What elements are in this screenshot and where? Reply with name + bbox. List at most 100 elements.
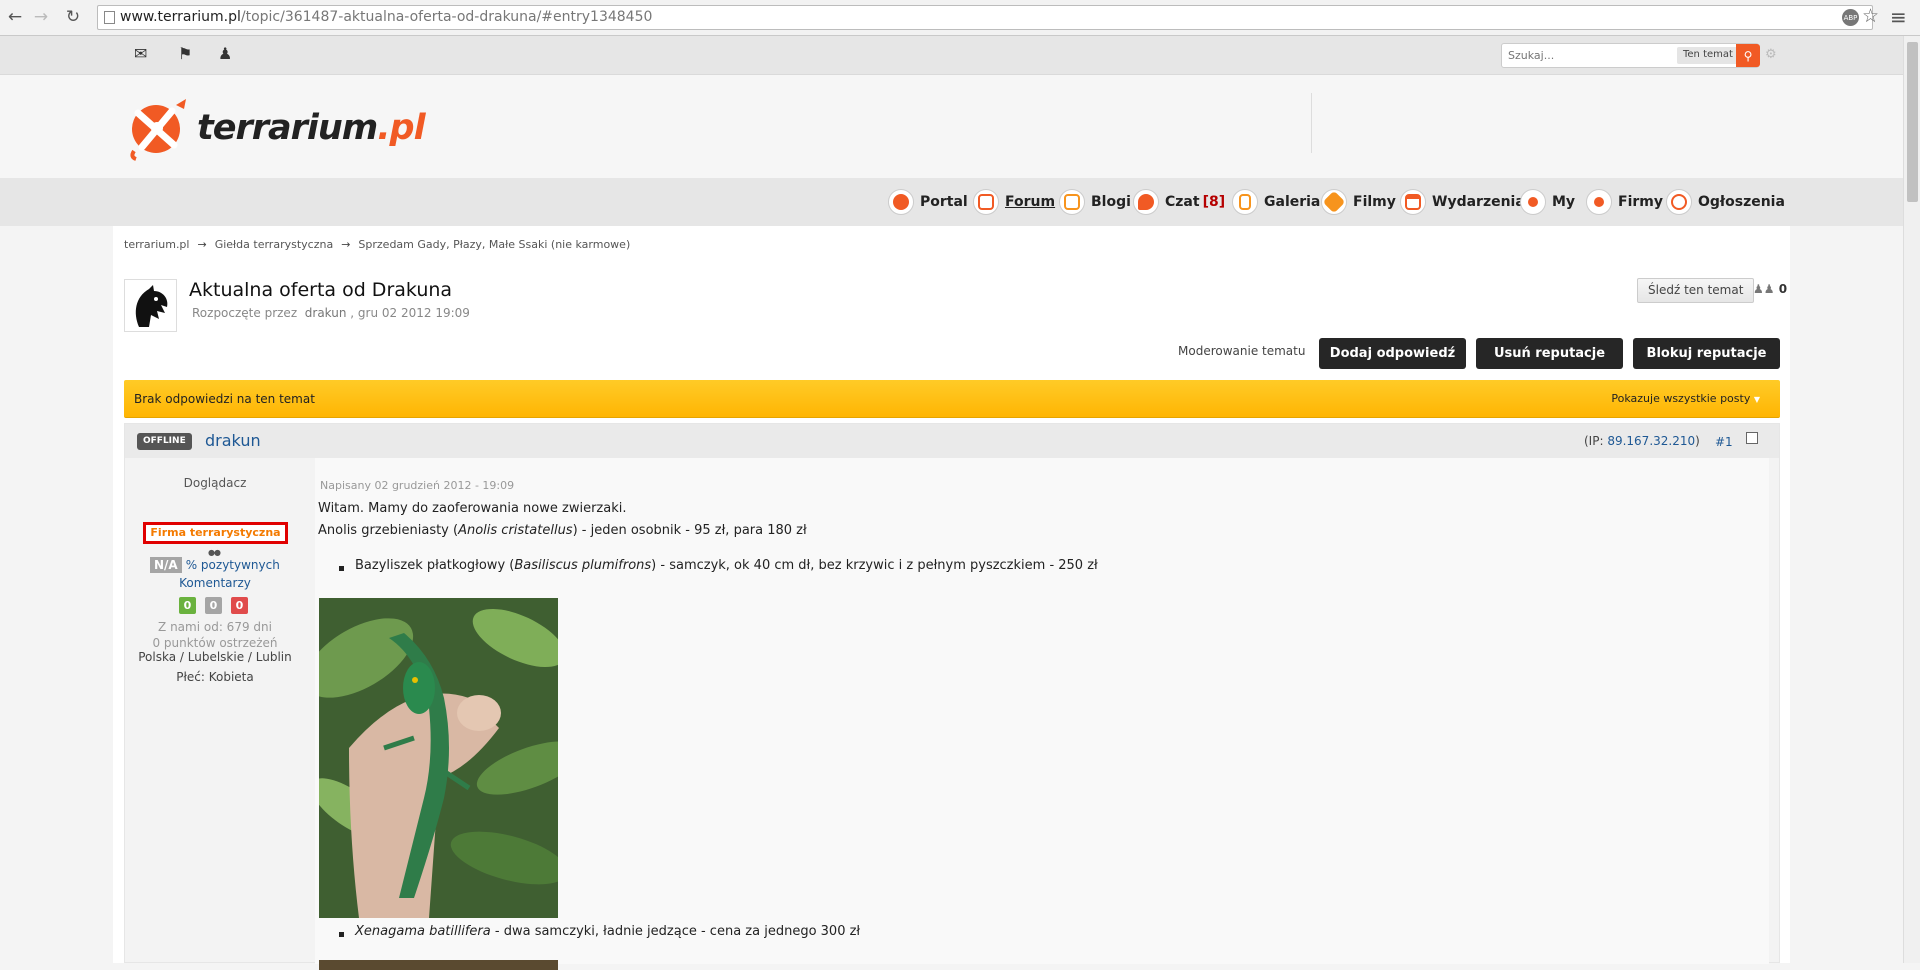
nav-my[interactable]: My [1520, 187, 1575, 217]
moderate-topic-link[interactable]: Moderowanie tematu [1178, 344, 1305, 358]
adblock-icon[interactable]: ABP [1842, 9, 1859, 26]
neutral-votes[interactable]: 0 [205, 597, 222, 614]
back-icon[interactable]: ← [4, 6, 26, 28]
list-bullet [339, 566, 344, 571]
author-gender: Płeć: Kobieta [176, 670, 254, 684]
nav-blogi[interactable]: Blogi [1059, 187, 1131, 217]
nav-wydarzenia[interactable]: Wydarzenia [1400, 187, 1525, 217]
reload-icon[interactable]: ↻ [62, 6, 84, 28]
search-input[interactable] [1502, 44, 1672, 67]
page-scrollbar[interactable] [1903, 36, 1920, 963]
followers-icon: ♟♟ [1753, 282, 1775, 296]
calendar-icon [1400, 189, 1426, 215]
add-reply-button[interactable]: Dodaj odpowiedź [1319, 338, 1466, 369]
ip-link[interactable]: 89.167.32.210 [1607, 434, 1695, 448]
main-nav: Portal Forum Blogi Czat [8] Galeria Filmy… [0, 178, 1903, 226]
list-item-basiliscus: Bazyliszek płatkogłowy (Basiliscus plumi… [355, 558, 1098, 573]
topic-author-link[interactable]: drakun [305, 306, 347, 320]
messages-icon[interactable]: ✉ [134, 44, 147, 63]
member-since: Z nami od: 679 dni [158, 620, 272, 634]
search-icon: ⚲ [1743, 48, 1753, 63]
followers-count[interactable]: ♟♟ 0 [1753, 282, 1787, 296]
user-bar: ✉ ⚑ ♟ Ten temat ⚲ ⚙ [0, 36, 1903, 75]
post-author-link[interactable]: drakun [205, 431, 261, 450]
follow-topic-button[interactable]: Śledź ten temat [1637, 278, 1755, 303]
negative-votes[interactable]: 0 [231, 597, 248, 614]
site-header: terrarium.pl [0, 75, 1903, 178]
search-box: Ten temat ⚲ [1501, 43, 1760, 68]
breadcrumb: terrarium.pl → Giełda terrarystyczna → Sprze… [124, 238, 630, 251]
address-bar[interactable]: www.terrarium.pl/topic/361487-aktualna-o… [97, 5, 1873, 30]
remove-reputation-button[interactable]: Usuń reputacje [1476, 338, 1623, 369]
no-replies-message: Brak odpowiedzi na ten temat [134, 392, 315, 406]
search-scope[interactable]: Ten temat [1677, 47, 1739, 64]
nav-ogloszenia[interactable]: Ogłoszenia [1666, 187, 1785, 217]
topic-author-avatar[interactable] [124, 279, 177, 332]
post-line-anolis: Anolis grzebieniasty (Anolis cristatellu… [318, 523, 807, 538]
breadcrumb-subforum[interactable]: Sprzedam Gady, Płazy, Małe Ssaki (nie ka… [358, 238, 630, 251]
nav-czat[interactable]: Czat [8] [1133, 187, 1225, 217]
url-domain: www.terrarium.pl [120, 9, 241, 25]
rank-pips: ●● [208, 548, 221, 557]
search-button[interactable]: ⚲ [1736, 44, 1760, 67]
post-date: Napisany 02 grudzień 2012 - 19:09 [320, 479, 515, 492]
scrollbar-thumb[interactable] [1907, 42, 1918, 202]
lizard-logo-icon [126, 95, 192, 161]
page-icon [104, 11, 115, 24]
browser-toolbar: ← → ↻ www.terrarium.pl/topic/361487-aktu… [0, 0, 1920, 36]
forum-icon [973, 189, 999, 215]
topic-meta: Rozpoczęte przez drakun , gru 02 2012 19… [192, 306, 470, 320]
reputation-box: N/A % pozytywnych [150, 557, 285, 573]
header-divider [1311, 93, 1312, 153]
main-content: terrarium.pl → Giełda terrarystyczna → Sprze… [113, 226, 1790, 970]
url-path: /topic/361487-aktualna-oferta-od-drakuna… [240, 9, 653, 25]
menu-icon[interactable]: ≡ [1890, 5, 1907, 29]
chat-icon [1133, 189, 1159, 215]
block-reputation-button[interactable]: Blokuj reputacje [1633, 338, 1780, 369]
status-badge: OFFLINE [137, 433, 192, 450]
list-item-xenagama: Xenagama batillifera - dwa samczyki, ład… [355, 924, 861, 939]
nav-portal[interactable]: Portal [888, 187, 968, 217]
chevron-down-icon: ▼ [1753, 395, 1760, 404]
breadcrumb-forum[interactable]: Giełda terrarystyczna [215, 238, 334, 251]
topic-title: Aktualna oferta od Drakuna [189, 279, 453, 301]
video-icon [1321, 189, 1347, 215]
post-header: OFFLINE drakun (IP: 89.167.32.210) #1 [125, 424, 1779, 458]
no-replies-bar: Brak odpowiedzi na ten temat Pokazuje ws… [124, 380, 1780, 418]
nav-forum[interactable]: Forum [973, 187, 1055, 217]
author-location: Polska / Lubelskie / Lublin [138, 650, 292, 664]
comments-link[interactable]: Komentarzy [125, 576, 305, 590]
post-number-link[interactable]: #1 [1715, 435, 1733, 449]
search-settings-icon[interactable]: ⚙ [1765, 47, 1777, 62]
portal-icon [888, 189, 914, 215]
breadcrumb-separator: → [197, 238, 207, 251]
nav-galeria[interactable]: Galeria [1232, 187, 1320, 217]
post-image-xenagama[interactable] [319, 960, 558, 970]
bookmark-star-icon[interactable]: ☆ [1862, 5, 1879, 27]
notifications-icon[interactable]: ⚑ [178, 44, 192, 63]
site-logo[interactable]: terrarium.pl [126, 95, 426, 161]
profile-icon[interactable]: ♟ [218, 44, 232, 63]
post-body: Napisany 02 grudzień 2012 - 19:09 Witam.… [315, 458, 1769, 970]
post-intro: Witam. Mamy do zaoferowania nowe zwierza… [318, 501, 627, 516]
author-group: Firma terrarystyczna [143, 522, 288, 544]
post-filter-dropdown[interactable]: Pokazuje wszystkie posty ▼ [1611, 392, 1760, 405]
forward-icon[interactable]: → [30, 6, 52, 28]
blog-icon [1059, 189, 1085, 215]
logo-text: terrarium.pl [197, 108, 426, 148]
breadcrumb-home[interactable]: terrarium.pl [124, 238, 189, 251]
post: OFFLINE drakun (IP: 89.167.32.210) #1 Do… [124, 423, 1780, 970]
post-select-checkbox[interactable] [1746, 432, 1758, 444]
nav-filmy[interactable]: Filmy [1321, 187, 1396, 217]
ads-icon [1666, 189, 1692, 215]
post-image-basilisk[interactable] [319, 598, 558, 918]
reputation-positive-link[interactable]: % pozytywnych [186, 558, 280, 572]
positive-votes[interactable]: 0 [179, 597, 196, 614]
warning-points: 0 punktów ostrzeżeń [152, 636, 278, 650]
nav-firmy[interactable]: Firmy [1586, 187, 1663, 217]
people-icon [1520, 189, 1546, 215]
list-bullet [339, 932, 344, 937]
ip-info: (IP: 89.167.32.210) [1584, 434, 1700, 448]
gallery-icon [1232, 189, 1258, 215]
breadcrumb-separator: → [341, 238, 351, 251]
